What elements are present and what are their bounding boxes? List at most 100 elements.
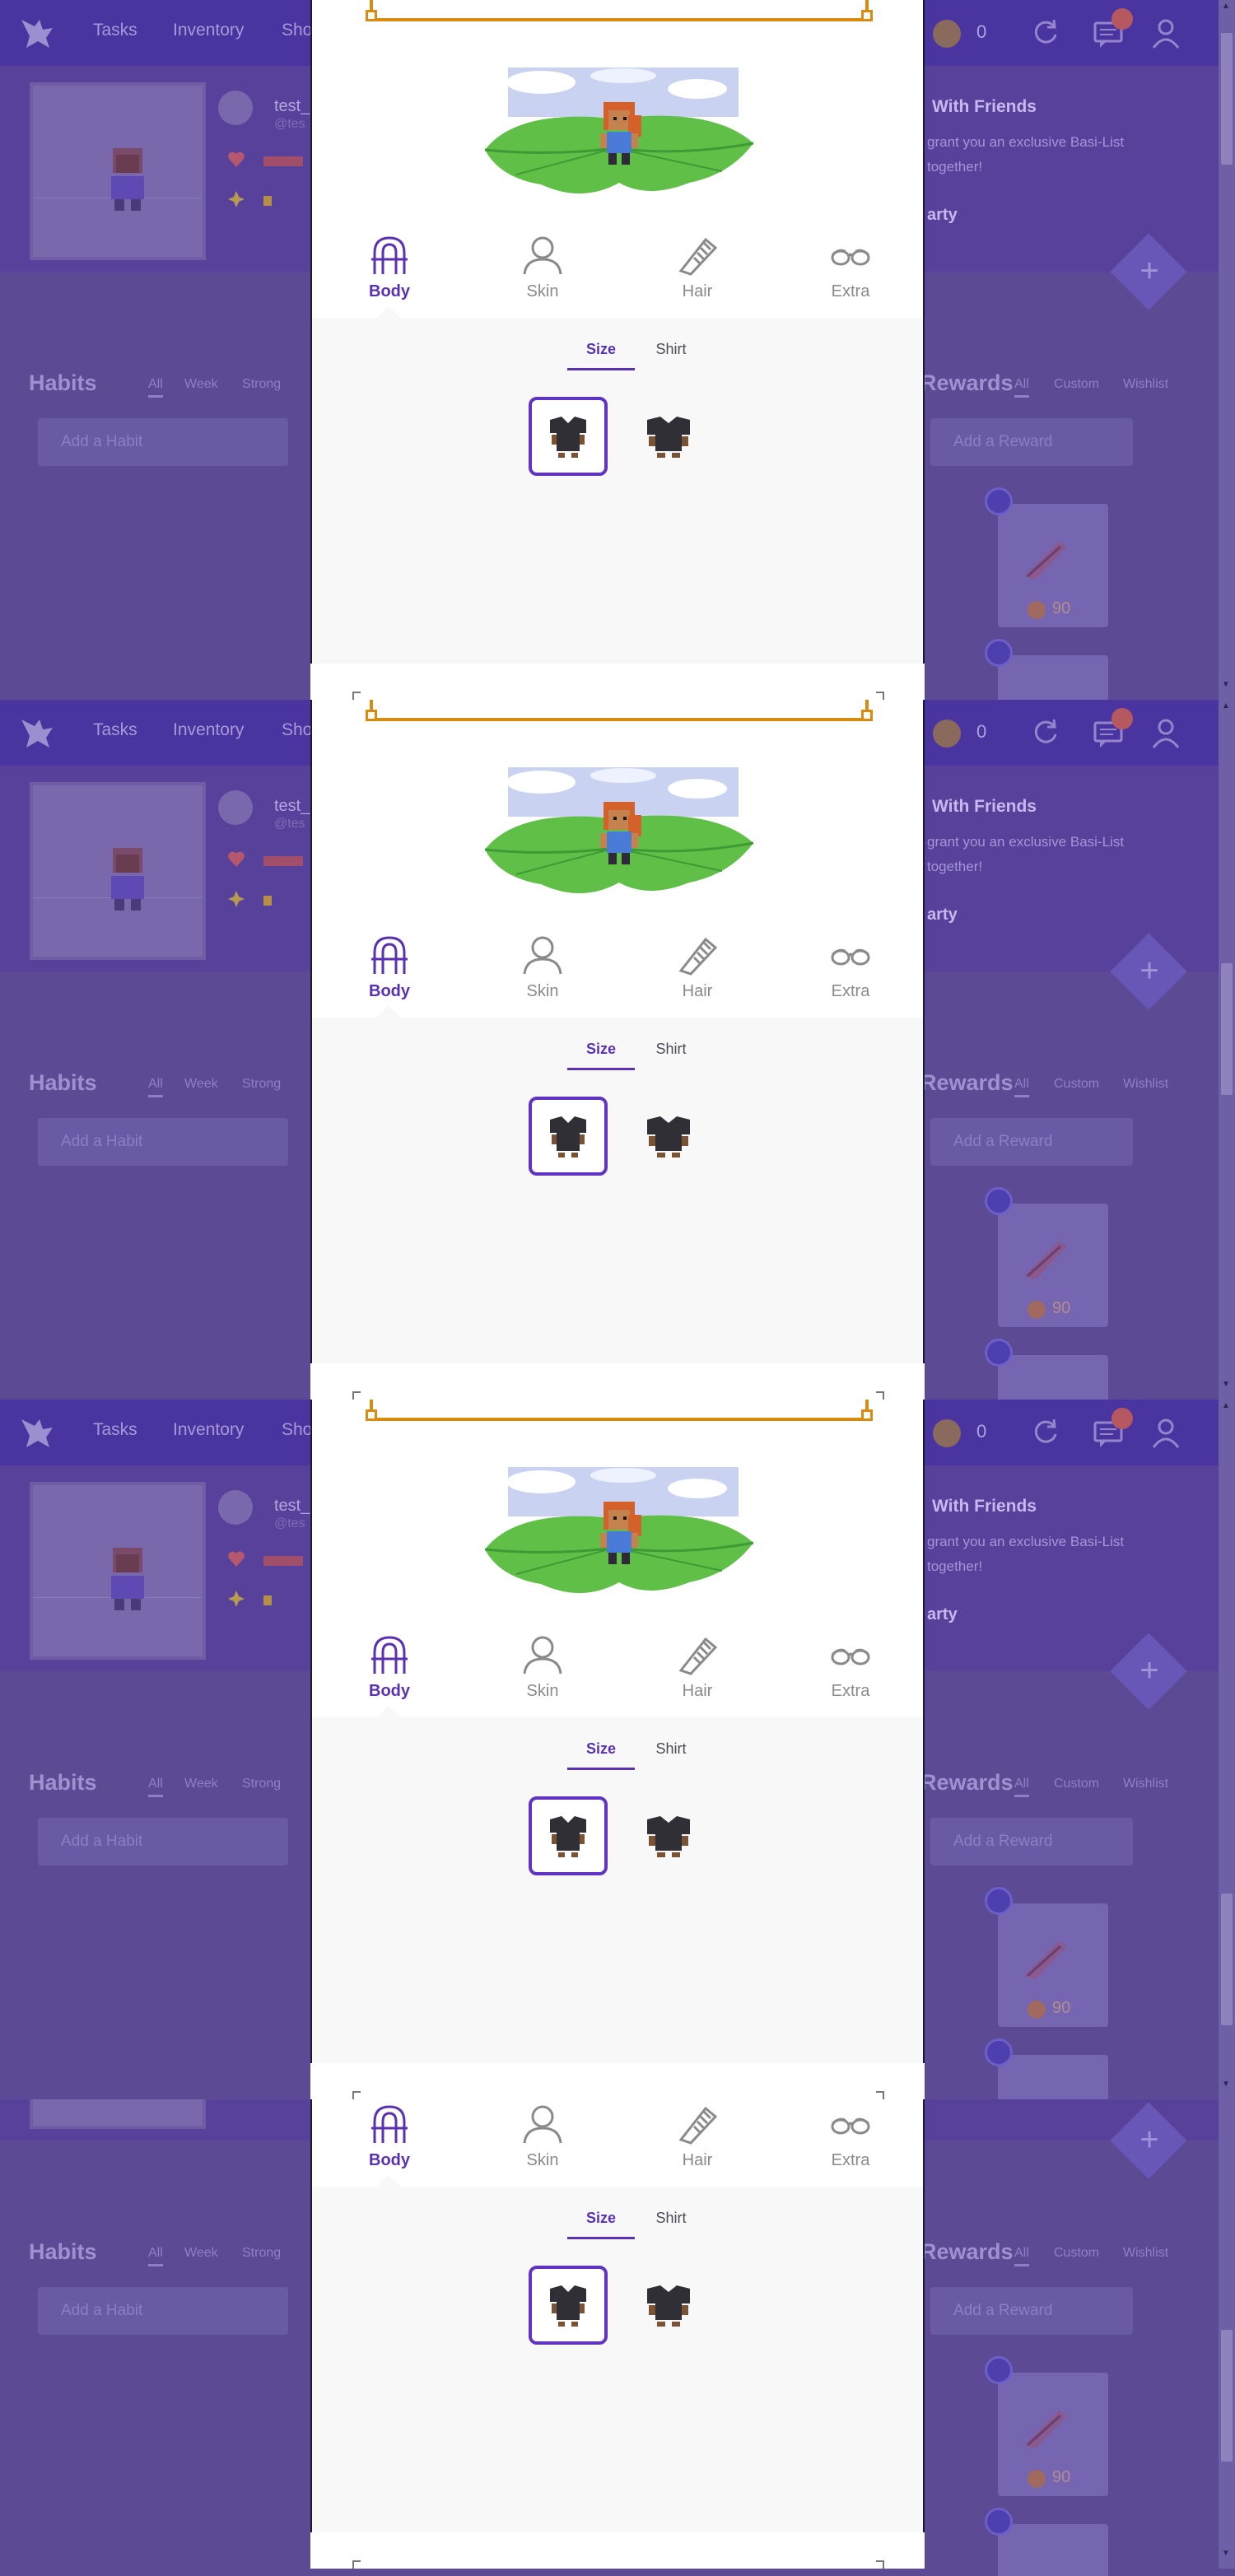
habits-tab-all[interactable]: All <box>148 1777 163 1797</box>
broad-shirt-option[interactable] <box>629 1796 708 1875</box>
habits-tab-all[interactable]: All <box>148 2246 163 2266</box>
reward-card[interactable] <box>998 2055 1108 2099</box>
tab-body[interactable]: Body <box>348 1634 431 1701</box>
tab-hair[interactable]: Hair <box>656 1634 739 1701</box>
add-habit-input[interactable]: Add a Habit <box>38 418 288 466</box>
nav-shops-link[interactable]: Sho <box>282 1420 312 1440</box>
scroll-down-arrow-icon[interactable]: ▼ <box>1222 2549 1230 2558</box>
sync-icon[interactable] <box>1029 716 1062 749</box>
broad-shirt-option[interactable] <box>629 397 708 476</box>
habits-tab-all[interactable]: All <box>148 1077 163 1097</box>
habits-tab-weak[interactable]: Week <box>184 1077 218 1092</box>
rewards-tab-custom[interactable]: Custom <box>1054 377 1099 392</box>
add-habit-input[interactable]: Add a Habit <box>38 2287 288 2335</box>
rewards-tab-custom[interactable]: Custom <box>1054 1777 1099 1791</box>
rewards-tab-all[interactable]: All <box>1014 1777 1029 1797</box>
tab-extra[interactable]: Extra <box>809 1634 892 1701</box>
habits-tab-strong[interactable]: Strong <box>242 2246 281 2261</box>
habits-tab-weak[interactable]: Week <box>184 1777 218 1791</box>
tab-hair[interactable]: Hair <box>656 934 739 1001</box>
nav-shops-link[interactable]: Sho <box>282 720 312 740</box>
sync-icon[interactable] <box>1029 16 1062 49</box>
tab-skin[interactable]: Skin <box>501 2103 584 2170</box>
party-button[interactable]: arty <box>927 206 958 225</box>
rewards-tab-wishlist[interactable]: Wishlist <box>1123 377 1168 392</box>
habits-tab-weak[interactable]: Week <box>184 2246 218 2261</box>
habits-tab-strong[interactable]: Strong <box>242 377 281 392</box>
rewards-tab-all[interactable]: All <box>1014 377 1029 398</box>
tab-body[interactable]: Body <box>348 2103 431 2170</box>
scroll-up-arrow-icon[interactable]: ▲ <box>1222 1401 1230 1410</box>
add-reward-input[interactable]: Add a Reward <box>930 2287 1133 2335</box>
scroll-up-arrow-icon[interactable]: ▲ <box>1222 2 1230 11</box>
nav-tasks-link[interactable]: Tasks <box>93 21 137 40</box>
subtab-size[interactable]: Size <box>567 1041 635 1070</box>
gryphon-logo-icon[interactable] <box>18 1414 56 1451</box>
tab-skin[interactable]: Skin <box>501 934 584 1001</box>
reward-card[interactable] <box>998 1355 1108 1400</box>
nav-inventory-link[interactable]: Inventory <box>173 21 244 40</box>
slim-shirt-option[interactable] <box>529 2266 608 2345</box>
nav-tasks-link[interactable]: Tasks <box>93 720 137 740</box>
avatar[interactable] <box>30 2099 206 2129</box>
tab-skin[interactable]: Skin <box>501 235 584 301</box>
user-icon[interactable] <box>1149 716 1182 749</box>
rewards-tab-all[interactable]: All <box>1014 2246 1029 2266</box>
tab-extra[interactable]: Extra <box>809 235 892 301</box>
subtab-size[interactable]: Size <box>567 341 635 370</box>
scrollbar-thumb[interactable] <box>1221 2330 1233 2462</box>
scroll-up-arrow-icon[interactable]: ▲ <box>1222 701 1230 710</box>
tab-hair[interactable]: Hair <box>656 2103 739 2170</box>
nav-tasks-link[interactable]: Tasks <box>93 1420 137 1440</box>
add-reward-input[interactable]: Add a Reward <box>930 1118 1133 1166</box>
tab-body[interactable]: Body <box>348 235 431 301</box>
habits-tab-strong[interactable]: Strong <box>242 1777 281 1791</box>
gryphon-logo-icon[interactable] <box>18 715 56 751</box>
gryphon-logo-icon[interactable] <box>18 15 56 51</box>
rewards-tab-wishlist[interactable]: Wishlist <box>1123 1777 1168 1791</box>
slim-shirt-option[interactable] <box>529 397 608 476</box>
reward-card[interactable] <box>998 2524 1108 2576</box>
add-habit-input[interactable]: Add a Habit <box>38 1118 288 1166</box>
rewards-tab-custom[interactable]: Custom <box>1054 1077 1099 1092</box>
reward-card[interactable] <box>998 655 1108 700</box>
tab-extra[interactable]: Extra <box>809 934 892 1001</box>
slim-shirt-option[interactable] <box>529 1796 608 1875</box>
add-habit-input[interactable]: Add a Habit <box>38 1818 288 1866</box>
subtab-shirt[interactable]: Shirt <box>638 2210 704 2227</box>
broad-shirt-option[interactable] <box>629 2266 708 2345</box>
subtab-size[interactable]: Size <box>567 2210 635 2239</box>
subtab-shirt[interactable]: Shirt <box>638 341 704 358</box>
add-reward-input[interactable]: Add a Reward <box>930 1818 1133 1866</box>
tab-extra[interactable]: Extra <box>809 2103 892 2170</box>
subtab-size[interactable]: Size <box>567 1740 635 1770</box>
habits-tab-weak[interactable]: Week <box>184 377 218 392</box>
user-icon[interactable] <box>1149 16 1182 49</box>
rewards-tab-wishlist[interactable]: Wishlist <box>1123 1077 1168 1092</box>
scrollbar-thumb[interactable] <box>1221 1894 1233 2025</box>
scroll-down-arrow-icon[interactable]: ▼ <box>1222 1380 1230 1389</box>
user-icon[interactable] <box>1149 1416 1182 1449</box>
subtab-shirt[interactable]: Shirt <box>638 1041 704 1058</box>
nav-inventory-link[interactable]: Inventory <box>173 720 244 740</box>
rewards-tab-custom[interactable]: Custom <box>1054 2246 1099 2261</box>
party-button[interactable]: arty <box>927 1605 958 1624</box>
scrollbar-thumb[interactable] <box>1221 963 1233 1095</box>
scroll-down-arrow-icon[interactable]: ▼ <box>1222 680 1230 689</box>
habits-tab-strong[interactable]: Strong <box>242 1077 281 1092</box>
rewards-tab-all[interactable]: All <box>1014 1077 1029 1097</box>
sync-icon[interactable] <box>1029 1416 1062 1449</box>
tab-hair[interactable]: Hair <box>656 235 739 301</box>
party-button[interactable]: arty <box>927 906 958 925</box>
rewards-tab-wishlist[interactable]: Wishlist <box>1123 2246 1168 2261</box>
scroll-down-arrow-icon[interactable]: ▼ <box>1222 2080 1230 2089</box>
tab-skin[interactable]: Skin <box>501 1634 584 1701</box>
add-reward-input[interactable]: Add a Reward <box>930 418 1133 466</box>
nav-inventory-link[interactable]: Inventory <box>173 1420 244 1440</box>
habits-tab-all[interactable]: All <box>148 377 163 398</box>
slim-shirt-option[interactable] <box>529 1097 608 1176</box>
subtab-shirt[interactable]: Shirt <box>638 1740 704 1758</box>
scrollbar-thumb[interactable] <box>1221 33 1233 165</box>
tab-body[interactable]: Body <box>348 934 431 1001</box>
broad-shirt-option[interactable] <box>629 1097 708 1176</box>
